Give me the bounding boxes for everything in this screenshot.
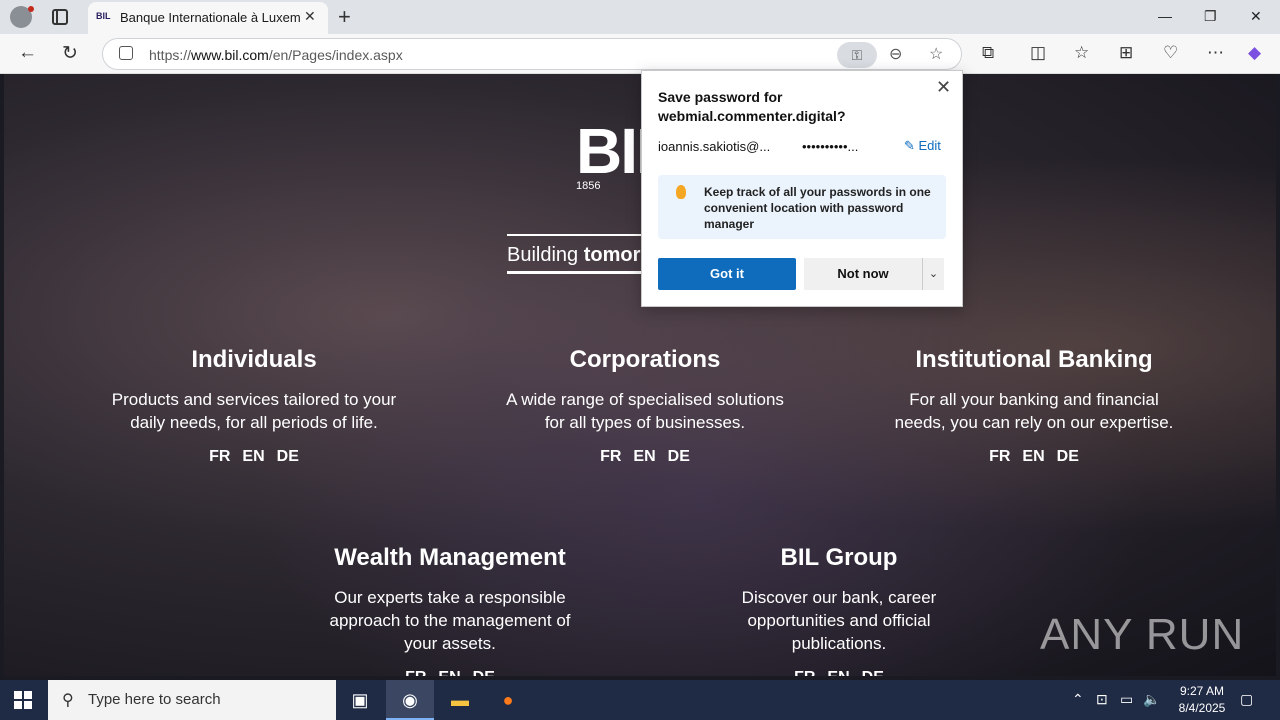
address-bar[interactable]: https://www.bil.com/en/Pages/index.aspx …	[102, 38, 962, 70]
edit-button[interactable]: ✎ Edit	[904, 138, 941, 154]
section-title[interactable]: Individuals	[104, 346, 404, 374]
tab-title: Banque Internationale à Luxembourg	[120, 10, 300, 25]
section-desc: Our experts take a responsible approach …	[329, 588, 571, 653]
volume-icon[interactable]: 🔈	[1143, 691, 1160, 708]
chevron-down-icon[interactable]: ⌄	[922, 258, 944, 290]
lang-link-fr[interactable]: FR	[405, 669, 426, 676]
lang-link-fr[interactable]: FR	[989, 448, 1010, 465]
lang-link-de[interactable]: DE	[1057, 448, 1079, 465]
password-value: ••••••••••...	[802, 139, 859, 154]
lang-link-fr[interactable]: FR	[600, 448, 621, 465]
lang-link-de[interactable]: DE	[277, 448, 299, 465]
favorite-star-icon[interactable]: ☆	[929, 44, 943, 64]
file-explorer-icon[interactable]: ▬	[436, 680, 484, 720]
section-title[interactable]: Wealth Management	[320, 544, 580, 572]
tab-actions-icon[interactable]	[52, 9, 68, 25]
language-links: FR EN DE	[320, 669, 580, 676]
anyrun-watermark: ANY RUN	[1040, 610, 1245, 659]
windows-start-icon[interactable]	[14, 691, 32, 709]
tagline: Building tomorrow	[507, 234, 657, 274]
section-desc: For all your banking and financial needs…	[894, 390, 1174, 432]
extensions-icon[interactable]: ⧉	[982, 43, 994, 63]
lang-link-de[interactable]: DE	[862, 669, 884, 676]
collections-icon[interactable]: ⊞	[1119, 43, 1133, 63]
language-links: FR EN DE	[888, 448, 1180, 466]
pencil-icon: ✎	[904, 138, 919, 153]
password-manager-tip: Keep track of all your passwords in one …	[658, 175, 946, 239]
got-it-button[interactable]: Got it	[658, 258, 796, 290]
section-desc: Discover our bank, career opportunities …	[741, 588, 937, 653]
notification-dot	[28, 6, 34, 12]
favorites-icon[interactable]: ☆	[1074, 43, 1089, 63]
firefox-icon[interactable]: ●	[484, 680, 532, 720]
lang-link-en[interactable]: EN	[438, 669, 460, 676]
dialog-title: Save password for webmial.commenter.digi…	[658, 89, 846, 124]
username-value: ioannis.sakiotis@...	[658, 139, 771, 154]
lang-link-de[interactable]: DE	[668, 448, 690, 465]
section-bil-group: BIL Group Discover our bank, career oppo…	[734, 544, 944, 676]
clock-date: 8/4/2025	[1178, 701, 1226, 715]
section-individuals: Individuals Products and services tailor…	[104, 346, 404, 466]
section-title[interactable]: Institutional Banking	[888, 346, 1180, 374]
title-bar: BIL Banque Internationale à Luxembourg ✕…	[0, 0, 1280, 34]
language-links: FR EN DE	[504, 448, 786, 466]
copilot-icon[interactable]: ◆	[1248, 43, 1261, 63]
close-window-icon[interactable]: ✕	[1250, 8, 1262, 25]
password-key-icon[interactable]: ⚿	[837, 42, 877, 68]
close-dialog-icon[interactable]: ✕	[936, 77, 951, 98]
site-favicon-icon: BIL	[96, 11, 111, 21]
settings-menu-icon[interactable]: ⋯	[1207, 43, 1224, 63]
section-institutional-banking: Institutional Banking For all your banki…	[888, 346, 1180, 466]
lang-link-fr[interactable]: FR	[794, 669, 815, 676]
browser-essentials-icon[interactable]: ♡	[1163, 43, 1178, 63]
section-desc: Products and services tailored to your d…	[111, 390, 397, 432]
tip-text: Keep track of all your passwords in one …	[704, 185, 931, 231]
back-icon[interactable]: ←	[18, 42, 37, 64]
lang-link-de[interactable]: DE	[473, 669, 495, 676]
section-wealth-management: Wealth Management Our experts take a res…	[320, 544, 580, 676]
close-tab-icon[interactable]: ✕	[304, 8, 316, 25]
search-placeholder: Type here to search	[88, 691, 221, 708]
language-links: FR EN DE	[104, 448, 404, 466]
ethernet-icon[interactable]: ▭	[1120, 691, 1133, 708]
minimize-icon[interactable]: —	[1158, 8, 1172, 24]
system-clock[interactable]: 9:27 AM 8/4/2025	[1170, 683, 1234, 717]
clock-time: 9:27 AM	[1179, 684, 1225, 698]
save-password-dialog: ✕ Save password for webmial.commenter.di…	[641, 70, 963, 307]
language-links: FR EN DE	[734, 669, 944, 676]
refresh-icon[interactable]: ↻	[62, 42, 78, 65]
more-tools-icon[interactable]: ⊖	[889, 44, 902, 64]
network-icon[interactable]: ⊡	[1096, 691, 1108, 708]
page-content: BIL 1856 Building tomorrow Individuals P…	[4, 74, 1276, 676]
url-text[interactable]: https://www.bil.com/en/Pages/index.aspx	[149, 47, 403, 63]
lightbulb-icon	[676, 185, 686, 199]
restore-icon[interactable]: ❐	[1204, 8, 1217, 25]
taskbar: ⚲ Type here to search ▣ ◉ ▬ ● ⌃ ⊡ ▭ 🔈 9:…	[0, 680, 1280, 720]
section-desc: A wide range of specialised solutions fo…	[506, 390, 784, 432]
split-screen-icon[interactable]: ◫	[1030, 43, 1046, 63]
lock-icon[interactable]	[119, 46, 133, 60]
browser-toolbar: ← ↻ https://www.bil.com/en/Pages/index.a…	[0, 34, 1280, 74]
task-view-icon[interactable]: ▣	[336, 680, 384, 720]
not-now-button[interactable]: Not now	[804, 258, 922, 290]
section-title[interactable]: Corporations	[504, 346, 786, 374]
show-hidden-icons-icon[interactable]: ⌃	[1072, 691, 1084, 708]
lang-link-en[interactable]: EN	[1022, 448, 1044, 465]
edge-browser-icon[interactable]: ◉	[386, 680, 434, 720]
section-title[interactable]: BIL Group	[734, 544, 944, 572]
section-corporations: Corporations A wide range of specialised…	[504, 346, 786, 466]
lang-link-en[interactable]: EN	[242, 448, 264, 465]
new-tab-button[interactable]: +	[338, 4, 351, 30]
active-tab[interactable]: BIL Banque Internationale à Luxembourg ✕	[88, 2, 328, 34]
notifications-icon[interactable]: ▢	[1240, 691, 1253, 708]
lang-link-en[interactable]: EN	[633, 448, 655, 465]
taskbar-search[interactable]: ⚲ Type here to search	[48, 680, 336, 720]
lang-link-fr[interactable]: FR	[209, 448, 230, 465]
search-icon: ⚲	[62, 692, 74, 709]
lang-link-en[interactable]: EN	[827, 669, 849, 676]
